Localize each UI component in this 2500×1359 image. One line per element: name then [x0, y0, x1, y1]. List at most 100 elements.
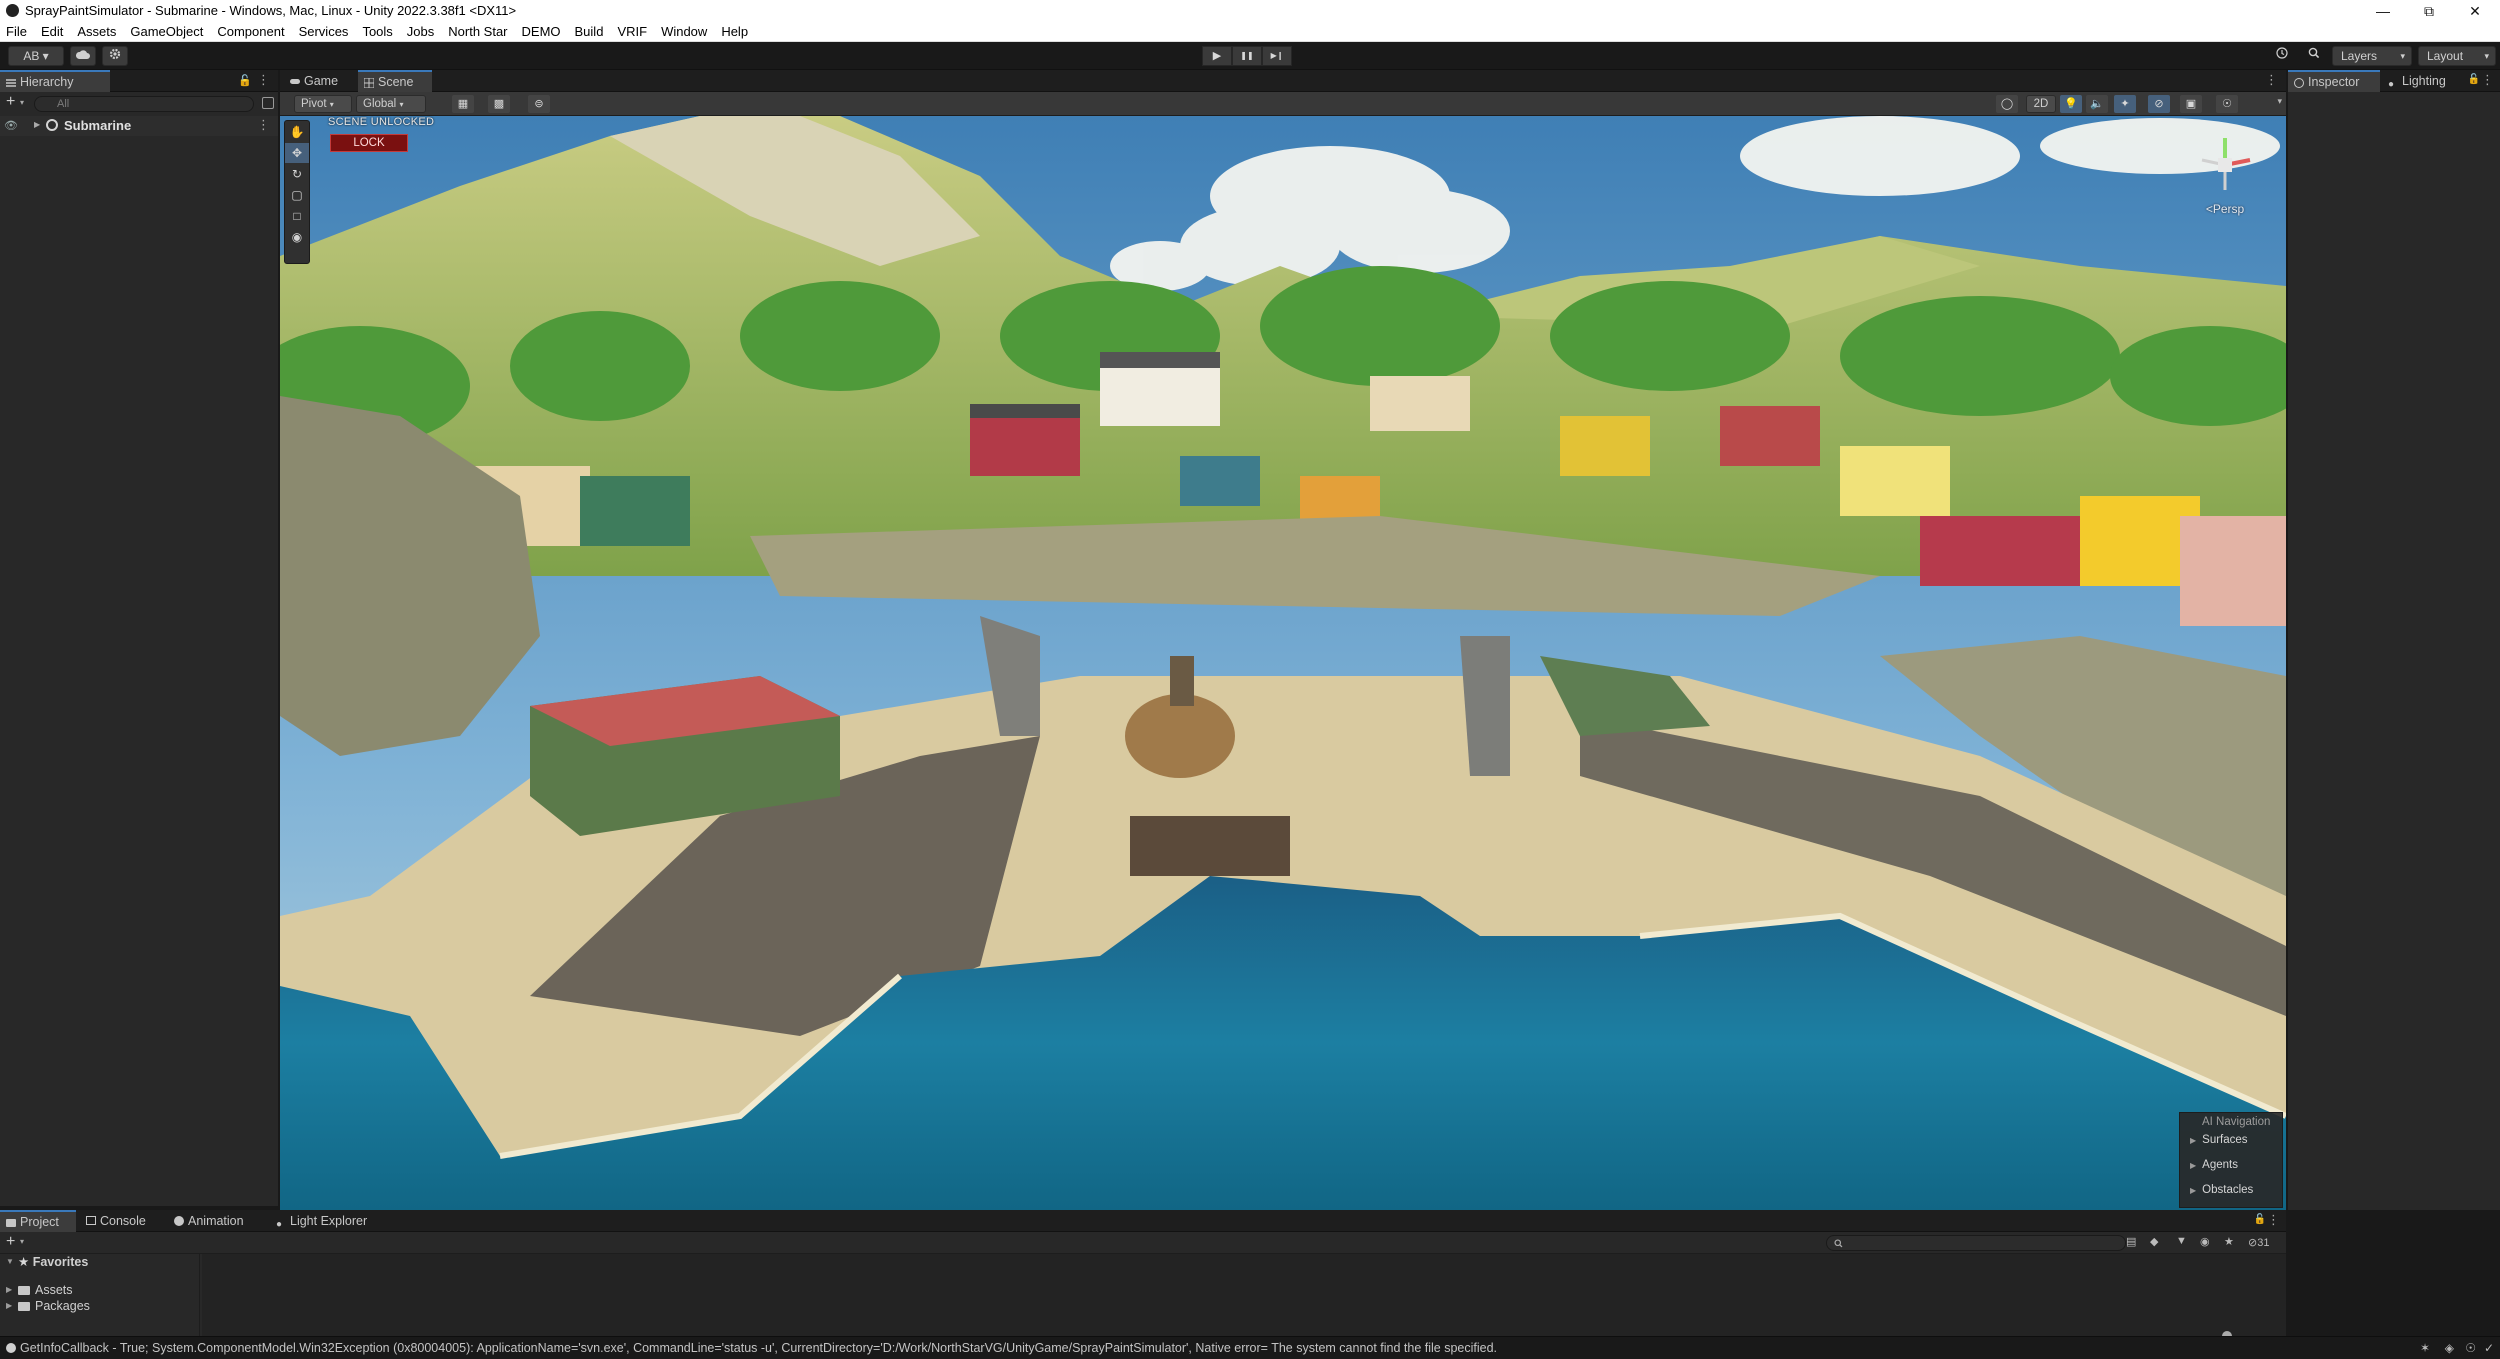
- minimize-button[interactable]: —: [2360, 0, 2406, 22]
- tree-packages[interactable]: ▶ Packages: [0, 1298, 199, 1314]
- tab-inspector[interactable]: Inspector: [2288, 70, 2380, 92]
- kebab-menu-icon[interactable]: ⋮: [2481, 72, 2494, 88]
- hidden-packages-count[interactable]: ⊘31: [2248, 1236, 2269, 1249]
- layers-dropdown[interactable]: Layers ▾: [2332, 46, 2412, 66]
- kebab-menu-icon[interactable]: ⋮: [257, 117, 270, 133]
- menu-edit[interactable]: Edit: [41, 24, 63, 39]
- tree-assets[interactable]: ▶ Assets: [0, 1282, 199, 1298]
- project-search-input[interactable]: [1826, 1235, 2126, 1251]
- tab-game[interactable]: Game: [284, 70, 356, 92]
- status-message[interactable]: GetInfoCallback - True; System.Component…: [20, 1341, 1497, 1355]
- star-icon[interactable]: ★: [2224, 1235, 2234, 1248]
- search-placeholder: All: [57, 98, 70, 110]
- hierarchy-scene-row[interactable]: 👁 ▶ Submarine ⋮: [0, 116, 278, 136]
- grid-snap-button[interactable]: ▦: [452, 95, 474, 113]
- chevron-down-icon[interactable]: ▾: [20, 98, 24, 107]
- settings-button[interactable]: [102, 46, 128, 66]
- menu-demo[interactable]: DEMO: [522, 24, 561, 39]
- lock-icon[interactable]: 🔓: [2254, 1214, 2266, 1225]
- menu-file[interactable]: File: [6, 24, 27, 39]
- tab-project[interactable]: Project: [0, 1210, 76, 1232]
- global-dropdown[interactable]: Global ▾: [356, 95, 426, 113]
- search-by-type-icon[interactable]: ▤: [2126, 1235, 2136, 1248]
- add-icon[interactable]: +: [6, 1233, 15, 1251]
- tab-console-label: Console: [100, 1214, 146, 1228]
- gizmos-button[interactable]: ☉: [2216, 95, 2238, 113]
- search-filter-icon[interactable]: [262, 97, 274, 109]
- menu-assets[interactable]: Assets: [77, 24, 116, 39]
- scene-viewport[interactable]: ✋ ✥ ↻ ▢ □ ◉ SCENE UNLOCKED LOCK <Persp A…: [280, 116, 2286, 1210]
- menu-gameobject[interactable]: GameObject: [130, 24, 203, 39]
- project-content-area[interactable]: [202, 1254, 2286, 1341]
- collab-icon[interactable]: ◈: [2445, 1337, 2454, 1359]
- play-button[interactable]: ▶: [1202, 46, 1232, 66]
- check-icon[interactable]: ✓: [2484, 1337, 2494, 1359]
- project-panel: Project Console Animation ● Light Explor…: [0, 1210, 2286, 1341]
- filter-icon[interactable]: ▼: [2176, 1235, 2187, 1247]
- camera-settings-button[interactable]: ▣: [2180, 95, 2202, 113]
- tab-console[interactable]: Console: [80, 1210, 162, 1232]
- menu-component[interactable]: Component: [217, 24, 284, 39]
- rect-tool-icon[interactable]: □: [285, 206, 309, 226]
- ai-nav-surfaces[interactable]: ▶ Surfaces: [2180, 1128, 2282, 1153]
- rotate-tool-icon[interactable]: ↻: [285, 164, 309, 184]
- menu-vrif[interactable]: VRIF: [617, 24, 647, 39]
- restore-button[interactable]: ⧉: [2406, 0, 2452, 22]
- hand-tool-icon[interactable]: ✋: [285, 122, 309, 142]
- tab-hierarchy[interactable]: Hierarchy: [0, 70, 110, 92]
- account-dropdown[interactable]: AB ▾: [8, 46, 64, 66]
- add-icon[interactable]: +: [6, 93, 15, 111]
- menu-build[interactable]: Build: [575, 24, 604, 39]
- tab-lighting[interactable]: ● Lighting: [2382, 70, 2472, 92]
- menu-jobs[interactable]: Jobs: [407, 24, 434, 39]
- transform-tool-icon[interactable]: ◉: [285, 227, 309, 247]
- chevron-right-icon[interactable]: ▶: [34, 120, 40, 129]
- shading-mode-button[interactable]: ◯: [1996, 95, 2018, 113]
- hierarchy-search-input[interactable]: All: [34, 96, 254, 112]
- kebab-menu-icon[interactable]: ⋮: [2267, 1212, 2280, 1228]
- visibility-icon[interactable]: ◉: [2200, 1235, 2210, 1248]
- step-button[interactable]: ▶❙: [1262, 46, 1292, 66]
- 2d-toggle[interactable]: 2D: [2026, 95, 2056, 113]
- vertex-snap-button[interactable]: ⊜: [528, 95, 550, 113]
- menu-north-star[interactable]: North Star: [448, 24, 507, 39]
- lock-icon[interactable]: 🔓: [238, 74, 252, 87]
- orientation-gizmo[interactable]: <Persp: [2190, 130, 2260, 226]
- ai-nav-agents[interactable]: ▶ Agents: [2180, 1153, 2282, 1178]
- ai-nav-obstacles[interactable]: ▶ Obstacles: [2180, 1178, 2282, 1203]
- tree-favorites[interactable]: ▼ ★ Favorites: [0, 1254, 199, 1270]
- lock-icon[interactable]: 🔓: [2468, 74, 2480, 85]
- debug-icon[interactable]: ☉: [2465, 1337, 2476, 1359]
- audio-toggle[interactable]: 🔈: [2086, 95, 2108, 113]
- history-button[interactable]: [2270, 46, 2294, 66]
- scale-tool-icon[interactable]: ▢: [285, 185, 309, 205]
- camera-mode-label[interactable]: <Persp: [2190, 202, 2260, 216]
- effects-toggle[interactable]: ✦: [2114, 95, 2136, 113]
- tab-light-explorer[interactable]: ● Light Explorer: [270, 1210, 380, 1232]
- kebab-menu-icon[interactable]: ⋮: [2265, 72, 2278, 88]
- tab-scene[interactable]: Scene: [358, 70, 432, 92]
- menu-services[interactable]: Services: [299, 24, 349, 39]
- snap-increment-button[interactable]: ▩: [488, 95, 510, 113]
- cloud-button[interactable]: [70, 46, 96, 66]
- chevron-down-icon[interactable]: ▾: [2277, 96, 2282, 107]
- tab-animation[interactable]: Animation: [168, 1210, 268, 1232]
- pivot-dropdown[interactable]: Pivot ▾: [294, 95, 352, 113]
- menu-tools[interactable]: Tools: [362, 24, 392, 39]
- scene-visibility-toggle[interactable]: ⊘: [2148, 95, 2170, 113]
- search-by-label-icon[interactable]: ◆: [2150, 1235, 2158, 1248]
- kebab-menu-icon[interactable]: ⋮: [257, 72, 270, 88]
- menu-window[interactable]: Window: [661, 24, 707, 39]
- visibility-eye-icon[interactable]: 👁: [4, 119, 18, 132]
- close-button[interactable]: ✕: [2452, 0, 2498, 22]
- lighting-toggle[interactable]: 💡: [2060, 95, 2082, 113]
- layout-dropdown[interactable]: Layout ▾: [2418, 46, 2496, 66]
- lock-button[interactable]: LOCK: [330, 134, 408, 152]
- tab-project-label: Project: [20, 1215, 59, 1229]
- search-button[interactable]: [2302, 46, 2326, 66]
- pause-button[interactable]: ❚❚: [1232, 46, 1262, 66]
- chevron-down-icon[interactable]: ▾: [20, 1237, 24, 1246]
- menu-help[interactable]: Help: [721, 24, 748, 39]
- progress-icon[interactable]: ✶: [2420, 1337, 2430, 1359]
- move-tool-icon[interactable]: ✥: [285, 143, 309, 163]
